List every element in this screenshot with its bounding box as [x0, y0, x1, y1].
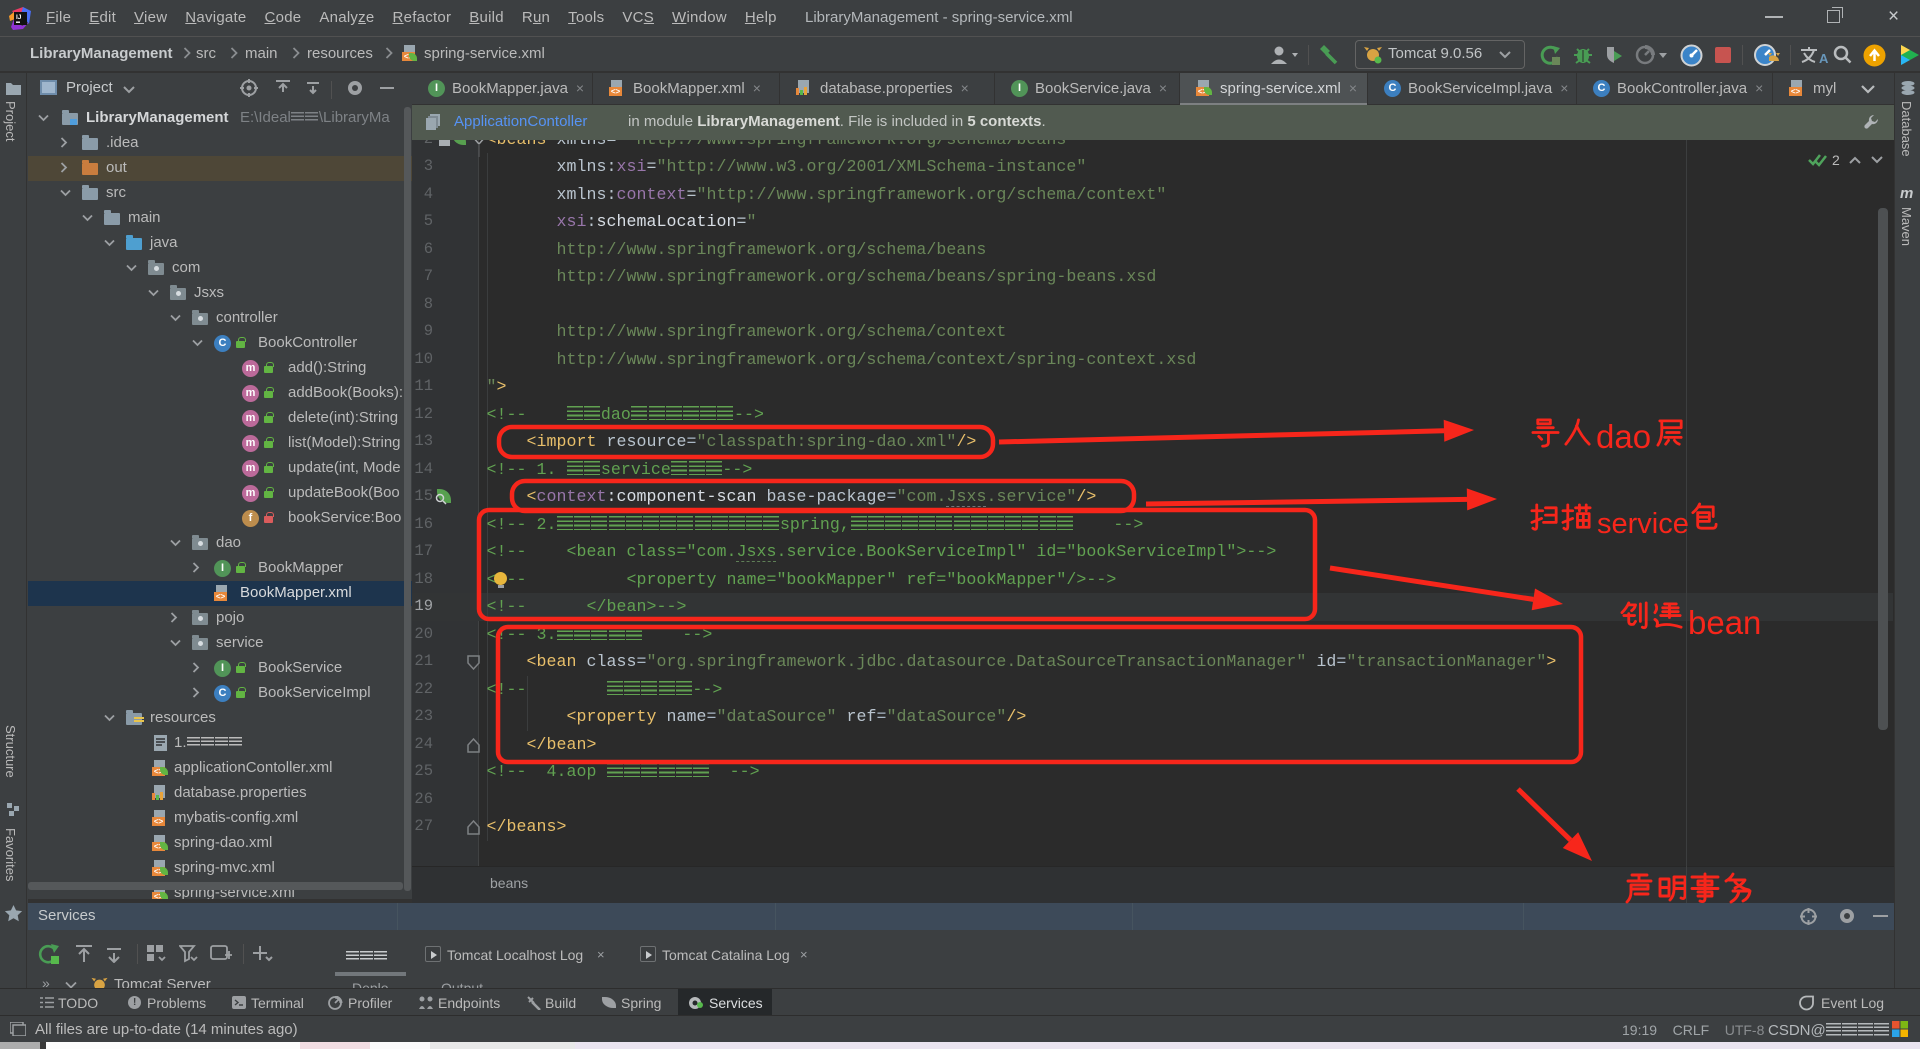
- svg-text:IJ: IJ: [16, 14, 22, 21]
- svg-text:A: A: [1819, 51, 1829, 65]
